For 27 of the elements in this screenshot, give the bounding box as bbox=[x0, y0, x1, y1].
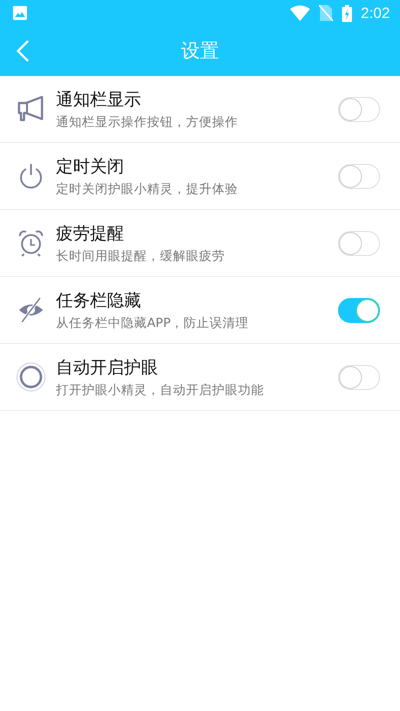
power-icon bbox=[18, 162, 44, 190]
no-sim-icon bbox=[318, 5, 333, 21]
setting-description: 定时关闭护眼小精灵，提升体验 bbox=[56, 180, 239, 198]
setting-description: 长时间用眼提醒，缓解眼疲劳 bbox=[56, 248, 226, 264]
setting-description: 从任务栏中隐藏APP，防止误清理 bbox=[56, 314, 250, 332]
image-icon bbox=[13, 6, 27, 20]
page-title: 设置 bbox=[181, 39, 219, 64]
wifi-icon bbox=[290, 5, 310, 21]
setting-description: 打开护眼小精灵，自动开启护眼功能 bbox=[56, 382, 265, 398]
toggle-switch[interactable] bbox=[338, 230, 380, 256]
ring-icon bbox=[16, 362, 46, 392]
setting-title: 自动开启护眼 bbox=[56, 356, 159, 378]
toggle-switch[interactable] bbox=[338, 96, 380, 122]
toggle-switch[interactable] bbox=[338, 364, 380, 390]
battery-icon bbox=[342, 4, 352, 22]
back-icon[interactable] bbox=[16, 40, 30, 62]
setting-title: 疲劳提醒 bbox=[56, 222, 125, 244]
eye-slash-icon bbox=[18, 297, 44, 323]
toggle-switch[interactable] bbox=[338, 298, 380, 322]
setting-title: 任务栏隐藏 bbox=[56, 290, 142, 312]
toggle-switch[interactable] bbox=[338, 164, 380, 188]
setting-title: 定时关闭 bbox=[56, 156, 125, 178]
setting-description: 通知栏显示操作按钮，方便操作 bbox=[56, 114, 239, 130]
megaphone-icon bbox=[16, 95, 46, 123]
alarm-clock-icon bbox=[18, 230, 44, 256]
setting-title: 通知栏显示 bbox=[56, 88, 142, 110]
status-time: 2:02 bbox=[360, 4, 390, 22]
